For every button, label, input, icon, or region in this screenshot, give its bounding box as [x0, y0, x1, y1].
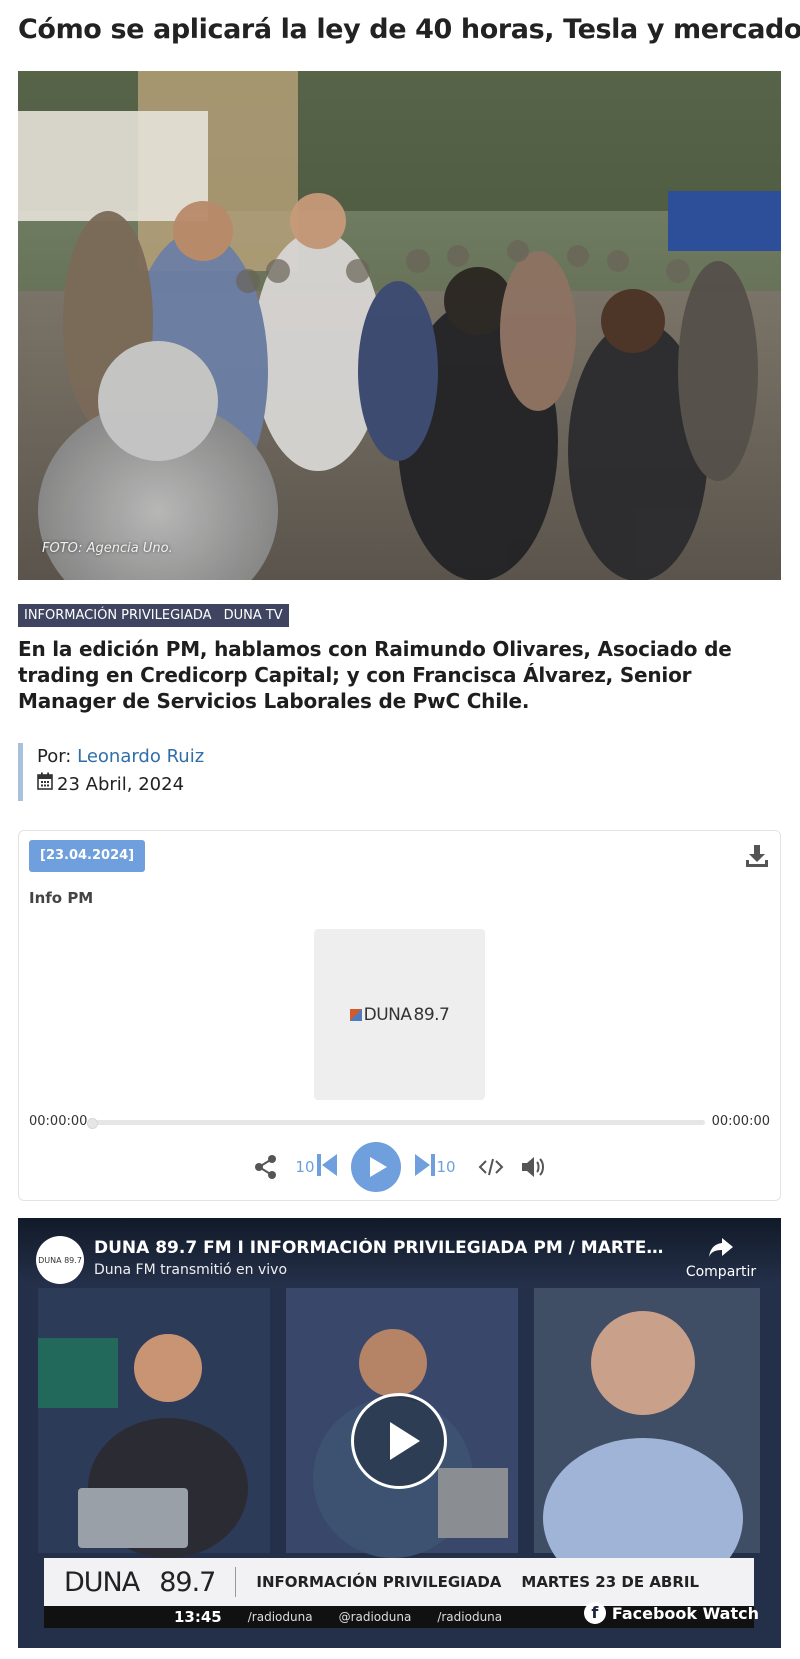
category-tags: INFORMACIÓN PRIVILEGIADA DUNA TV: [18, 604, 289, 627]
byline-prefix: Por:: [37, 746, 72, 767]
lower-clock: 13:45: [174, 1608, 222, 1626]
social-facebook: /radioduna: [247, 1610, 313, 1624]
article-lede: En la edición PM, hablamos con Raimundo …: [18, 637, 732, 713]
skip-forward-seconds: 10: [436, 1158, 456, 1176]
embed-icon[interactable]: [478, 1156, 504, 1178]
video-play-button[interactable]: [351, 1393, 447, 1489]
social-x: @radioduna: [338, 1610, 412, 1624]
skip-back-button[interactable]: 10: [295, 1152, 338, 1182]
page-avatar[interactable]: DUNA 89.7: [36, 1236, 84, 1284]
progress-knob[interactable]: [87, 1118, 98, 1129]
volume-icon[interactable]: [520, 1155, 546, 1179]
skip-back-icon: [315, 1152, 339, 1182]
time-current: 00:00:00: [29, 1114, 88, 1129]
skip-forward-icon: [413, 1152, 437, 1182]
skip-back-seconds: 10: [295, 1158, 315, 1176]
episode-title: Info PM: [29, 889, 94, 907]
skip-forward-button[interactable]: 10: [413, 1152, 456, 1182]
download-icon[interactable]: [744, 843, 770, 869]
publish-date: 23 Abril, 2024: [57, 774, 185, 795]
tag-informacion-privilegiada[interactable]: INFORMACIÓN PRIVILEGIADA: [24, 604, 212, 627]
cover-frequency: 89.7: [413, 1004, 450, 1025]
facebook-watch-label: Facebook Watch: [611, 1603, 759, 1623]
time-total: 00:00:00: [711, 1114, 770, 1129]
episode-cover: DUNA 89.7: [314, 929, 485, 1100]
play-button[interactable]: [350, 1142, 401, 1192]
lower-divider: [235, 1567, 237, 1597]
episode-date-badge: [23.04.2024]: [29, 840, 146, 872]
article-title: Cómo se aplicará la ley de 40 horas, Tes…: [18, 14, 800, 45]
tag-duna-tv[interactable]: DUNA TV: [224, 604, 283, 627]
share-label: Compartir: [685, 1264, 757, 1280]
photo-credit: FOTO: Agencia Uno.: [42, 541, 173, 556]
podcast-player: [23.04.2024] Info PM DUNA 89.7 00:00:00 …: [18, 830, 781, 1201]
video-subtitle: Duna FM transmitió en vivo: [94, 1262, 288, 1278]
play-icon: [350, 1142, 401, 1192]
share-icon[interactable]: [253, 1154, 279, 1180]
share-button[interactable]: Compartir: [683, 1236, 759, 1280]
lower-day: MARTES 23 DE ABRIL: [521, 1573, 700, 1591]
facebook-icon: f: [583, 1602, 606, 1624]
byline: Por: Leonardo Ruiz 23 Abril, 2024: [18, 743, 204, 801]
duna-logo-icon: [349, 1008, 362, 1021]
facebook-video-embed[interactable]: DUNA 89.7 DUNA 89.7 FM I INFORMACIÓN PRI…: [18, 1218, 781, 1648]
share-arrow-icon: [709, 1238, 733, 1257]
street-crowd-photo: [18, 71, 781, 580]
video-title[interactable]: DUNA 89.7 FM I INFORMACIÓN PRIVILEGIADA …: [94, 1238, 674, 1258]
author-link[interactable]: Leonardo Ruiz: [77, 746, 204, 767]
player-controls: 10 10: [19, 1141, 780, 1193]
lower-program: INFORMACIÓN PRIVILEGIADA: [256, 1573, 502, 1591]
social-instagram: /radioduna: [437, 1610, 503, 1624]
lower-brand: DUNA: [64, 1566, 140, 1598]
hero-image: FOTO: Agencia Uno.: [18, 71, 781, 580]
lower-frequency: 89.7: [159, 1566, 216, 1598]
facebook-watch-link[interactable]: f Facebook Watch: [583, 1602, 759, 1624]
cover-logo-text: DUNA: [363, 1004, 412, 1025]
calendar-icon: [37, 771, 53, 799]
progress-bar[interactable]: [87, 1118, 705, 1129]
